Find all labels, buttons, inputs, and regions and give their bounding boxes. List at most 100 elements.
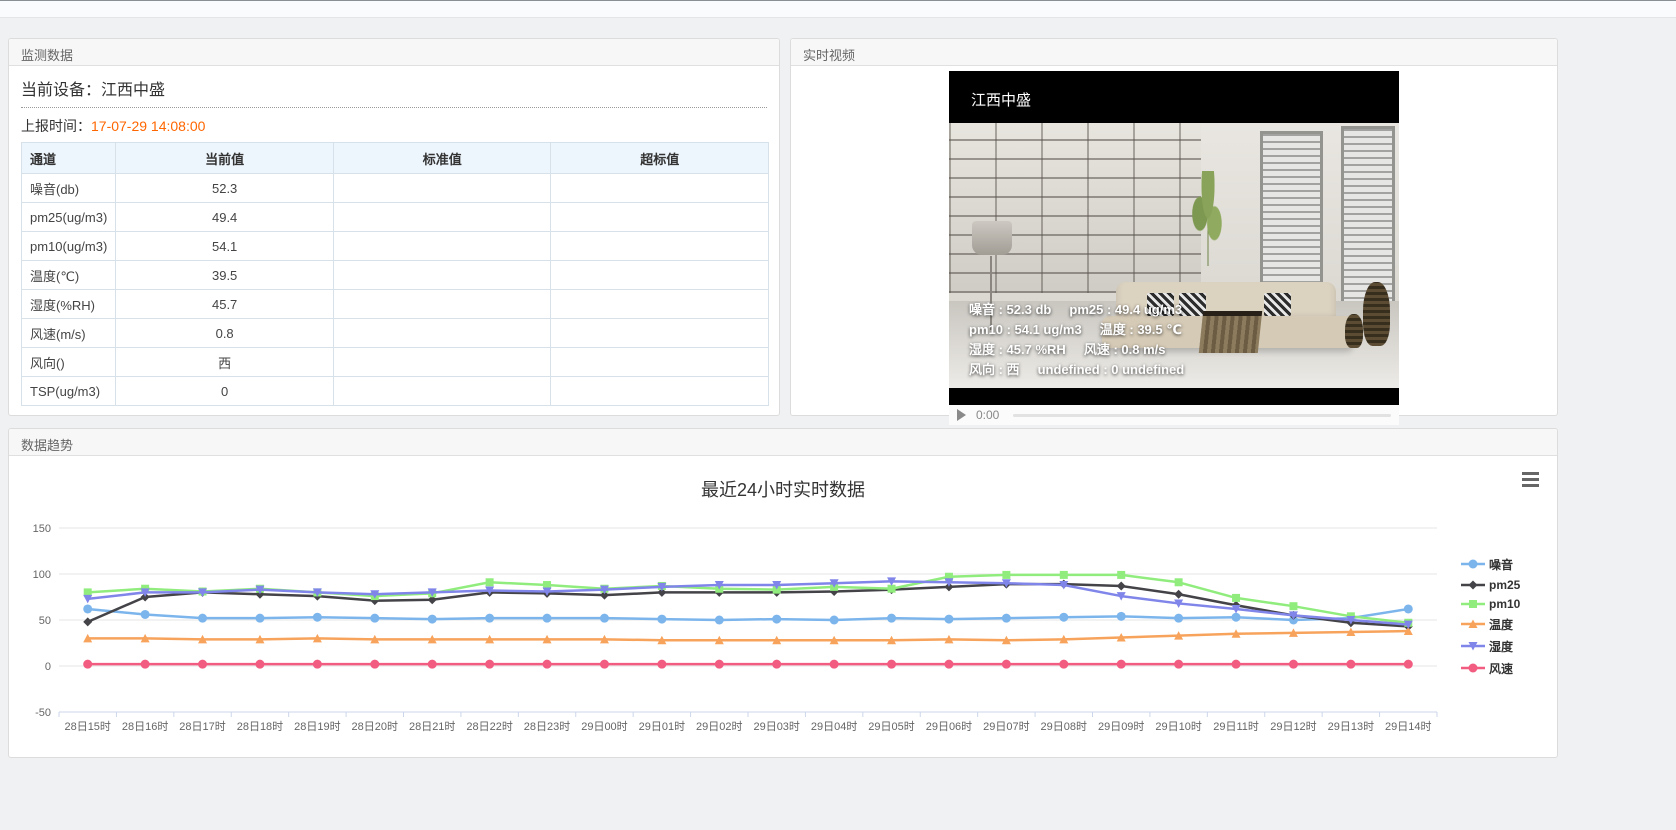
legend-marker-icon <box>1461 640 1485 652</box>
svg-text:29日09时: 29日09时 <box>1098 720 1144 733</box>
cell-value <box>551 232 769 261</box>
data-trend-panel: 数据趋势 最近24小时实时数据 150100500-5028日15时28日16时… <box>8 428 1558 758</box>
cell-value <box>551 319 769 348</box>
table-row: pm10(ug/m3)54.1 <box>22 232 769 261</box>
svg-text:50: 50 <box>39 615 51 627</box>
legend-label: 湿度 <box>1489 638 1513 655</box>
cell-value <box>333 261 551 290</box>
chart-container: 最近24小时实时数据 150100500-5028日15时28日16时28日17… <box>9 456 1557 742</box>
cell-value: 49.4 <box>116 203 334 232</box>
brick-wall <box>949 123 1201 293</box>
svg-text:28日18时: 28日18时 <box>237 720 283 733</box>
window-blinds <box>1260 131 1323 306</box>
cell-value <box>333 203 551 232</box>
monitor-panel-title: 监测数据 <box>9 39 779 66</box>
cell-value <box>333 174 551 203</box>
svg-text:29日05时: 29日05时 <box>868 720 914 733</box>
legend-item-pm25[interactable]: pm25 <box>1461 578 1547 592</box>
cell-channel: 风速(m/s) <box>22 319 116 348</box>
legend-item-噪音[interactable]: 噪音 <box>1461 556 1547 573</box>
report-time-line: 上报时间：17-07-29 14:08:00 <box>21 116 767 136</box>
cell-value <box>551 174 769 203</box>
cell-value <box>551 290 769 319</box>
live-video-panel: 实时视频 江西中盛 噪音 : 52.3 db pm25 : 49 <box>790 38 1558 416</box>
svg-text:28日23时: 28日23时 <box>524 720 570 733</box>
video-progress-bar[interactable] <box>1013 414 1391 417</box>
svg-text:29日07时: 29日07时 <box>983 720 1029 733</box>
cell-value <box>333 290 551 319</box>
plant <box>1192 171 1224 266</box>
cell-channel: TSP(ug/m3) <box>22 377 116 406</box>
legend-item-湿度[interactable]: 湿度 <box>1461 638 1547 655</box>
report-time-label: 上报时间： <box>21 118 91 134</box>
svg-text:29日02时: 29日02时 <box>696 720 742 733</box>
cell-channel: 温度(℃) <box>22 261 116 290</box>
svg-text:29日12时: 29日12时 <box>1270 720 1316 733</box>
cell-value <box>333 377 551 406</box>
cell-channel: 湿度(%RH) <box>22 290 116 319</box>
report-time-value: 17-07-29 14:08:00 <box>91 118 205 134</box>
svg-text:28日15时: 28日15时 <box>64 720 110 733</box>
legend-marker-icon <box>1461 598 1485 610</box>
svg-text:28日16时: 28日16时 <box>122 720 168 733</box>
cell-value: 西 <box>116 348 334 377</box>
cell-value: 45.7 <box>116 290 334 319</box>
cell-channel: 风向() <box>22 348 116 377</box>
svg-text:28日21时: 28日21时 <box>409 720 455 733</box>
header-exceed: 超标值 <box>551 143 769 174</box>
video-controls: 0:00 <box>949 405 1399 425</box>
svg-text:28日19时: 28日19时 <box>294 720 340 733</box>
trend-panel-title: 数据趋势 <box>9 429 1557 456</box>
monitor-table: 通道 当前值 标准值 超标值 噪音(db)52.3pm25(ug/m3)49.4… <box>21 142 769 406</box>
svg-text:29日14时: 29日14时 <box>1385 720 1431 733</box>
cell-value: 0 <box>116 377 334 406</box>
legend-marker-icon <box>1461 579 1485 591</box>
svg-text:29日01时: 29日01时 <box>639 720 685 733</box>
svg-text:29日06时: 29日06时 <box>926 720 972 733</box>
chart-menu-icon[interactable] <box>1522 472 1539 490</box>
svg-text:28日20时: 28日20时 <box>352 720 398 733</box>
play-icon[interactable] <box>957 409 966 421</box>
video-frame: 噪音 : 52.3 db pm25 : 49.4 ug/m3 pm10 : 54… <box>949 123 1399 388</box>
vase <box>1363 282 1390 346</box>
table-row: 温度(℃)39.5 <box>22 261 769 290</box>
svg-text:-50: -50 <box>35 707 51 719</box>
monitor-table-header-row: 通道 当前值 标准值 超标值 <box>22 143 769 174</box>
cell-value: 39.5 <box>116 261 334 290</box>
video-device-title: 江西中盛 <box>971 89 1031 110</box>
chart-title: 最近24小时实时数据 <box>9 476 1557 502</box>
svg-text:28日22时: 28日22时 <box>466 720 512 733</box>
vase <box>1345 314 1363 348</box>
video-player[interactable]: 江西中盛 噪音 : 52.3 db pm25 : 49.4 ug/m3 pm10… <box>949 71 1399 405</box>
legend-item-pm10[interactable]: pm10 <box>1461 597 1547 611</box>
header-standard: 标准值 <box>333 143 551 174</box>
header-channel: 通道 <box>22 143 116 174</box>
legend-item-风速[interactable]: 风速 <box>1461 660 1547 677</box>
cell-value <box>551 377 769 406</box>
cell-value: 52.3 <box>116 174 334 203</box>
video-panel-title: 实时视频 <box>791 39 1557 66</box>
legend-marker-icon <box>1461 618 1485 630</box>
table-row: 湿度(%RH)45.7 <box>22 290 769 319</box>
cell-value <box>551 203 769 232</box>
table-row: 噪音(db)52.3 <box>22 174 769 203</box>
cell-channel: pm10(ug/m3) <box>22 232 116 261</box>
chart-legend: 噪音 pm25 pm10 温度湿度风速 <box>1461 556 1547 677</box>
legend-label: pm10 <box>1489 597 1520 611</box>
svg-text:0: 0 <box>45 661 51 673</box>
table-row: 风向()西 <box>22 348 769 377</box>
svg-text:29日10时: 29日10时 <box>1155 720 1201 733</box>
video-time: 0:00 <box>976 408 999 422</box>
svg-text:29日03时: 29日03时 <box>753 720 799 733</box>
cell-value <box>333 348 551 377</box>
legend-marker-icon <box>1461 662 1485 674</box>
table-row: TSP(ug/m3)0 <box>22 377 769 406</box>
svg-text:28日17时: 28日17时 <box>179 720 225 733</box>
trend-chart: 150100500-5028日15时28日16时28日17时28日18时28日1… <box>9 510 1461 742</box>
cell-value <box>333 319 551 348</box>
floor-lamp <box>972 221 1013 255</box>
legend-item-温度[interactable]: 温度 <box>1461 616 1547 633</box>
table-row: pm25(ug/m3)49.4 <box>22 203 769 232</box>
table-row: 风速(m/s)0.8 <box>22 319 769 348</box>
cell-value: 0.8 <box>116 319 334 348</box>
